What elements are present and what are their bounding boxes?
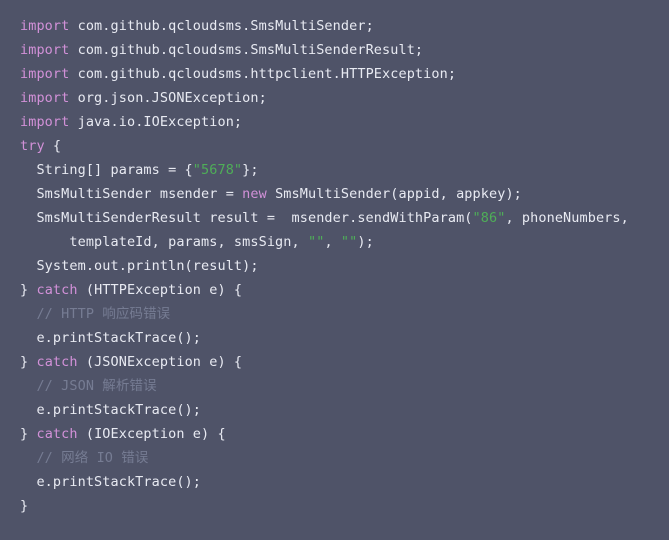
code-token-keyword: import (20, 42, 70, 58)
code-token-keyword: import (20, 18, 70, 34)
code-token-keyword: import (20, 90, 70, 106)
code-line: SmsMultiSender msender = new SmsMultiSen… (0, 182, 669, 206)
code-line: import org.json.JSONException; (0, 86, 669, 110)
code-token-string: "5678" (192, 162, 243, 178)
code-line: e.printStackTrace(); (0, 470, 669, 494)
code-token-plain: com.github.qcloudsms.httpclient.HTTPExce… (69, 66, 457, 82)
code-line: } catch (IOException e) { (0, 422, 669, 446)
code-token-plain: (IOException e) { (77, 426, 226, 442)
code-token-plain: , (324, 234, 341, 250)
code-token-string: "86" (472, 210, 506, 226)
code-token-comment: // 网络 IO 错误 (20, 450, 149, 466)
code-token-plain: SmsMultiSender msender = (20, 186, 243, 202)
code-token-keyword: new (242, 186, 267, 202)
code-snippet-block[interactable]: import com.github.qcloudsms.SmsMultiSend… (0, 0, 669, 540)
code-token-keyword: import (20, 114, 70, 130)
code-line: import com.github.qcloudsms.SmsMultiSend… (0, 38, 669, 62)
code-line: e.printStackTrace(); (0, 398, 669, 422)
code-token-plain: e.printStackTrace(); (20, 402, 202, 418)
code-token-plain: } (20, 426, 37, 442)
code-token-plain: System.out.println(result); (20, 258, 259, 274)
code-token-plain: java.io.IOException; (69, 114, 243, 130)
code-token-plain: com.github.qcloudsms.SmsMultiSenderResul… (69, 42, 424, 58)
code-line: } catch (JSONException e) { (0, 350, 669, 374)
code-token-plain: String[] params = { (20, 162, 193, 178)
code-token-plain: { (44, 138, 62, 154)
code-line: e.printStackTrace(); (0, 326, 669, 350)
code-line: System.out.println(result); (0, 254, 669, 278)
code-token-plain: } (20, 354, 37, 370)
code-line: try { (0, 134, 669, 158)
code-line: } catch (HTTPException e) { (0, 278, 669, 302)
code-line: import java.io.IOException; (0, 110, 669, 134)
code-token-plain: (HTTPException e) { (77, 282, 243, 298)
code-token-plain: SmsMultiSenderResult result = msender.se… (20, 210, 473, 226)
code-token-comment: // JSON 解析错误 (20, 378, 157, 394)
code-token-keyword: catch (36, 282, 78, 298)
code-token-plain: (JSONException e) { (77, 354, 243, 370)
code-line: } (0, 494, 669, 518)
code-token-plain: templateId, params, smsSign, (20, 234, 308, 250)
code-line: import com.github.qcloudsms.httpclient.H… (0, 62, 669, 86)
code-token-keyword: catch (36, 354, 78, 370)
code-token-keyword: import (20, 66, 70, 82)
code-line: import com.github.qcloudsms.SmsMultiSend… (0, 14, 669, 38)
code-token-keyword: catch (36, 426, 78, 442)
code-token-string: "" (307, 234, 325, 250)
code-line: templateId, params, smsSign, "", ""); (0, 230, 669, 254)
code-token-plain: SmsMultiSender(appid, appkey); (266, 186, 522, 202)
code-token-plain: }; (242, 162, 259, 178)
code-token-keyword: try (20, 138, 45, 154)
code-line: // JSON 解析错误 (0, 374, 669, 398)
code-token-plain: e.printStackTrace(); (20, 330, 202, 346)
code-line: // HTTP 响应码错误 (0, 302, 669, 326)
code-line: String[] params = {"5678"}; (0, 158, 669, 182)
code-token-plain: } (20, 282, 37, 298)
code-token-plain: com.github.qcloudsms.SmsMultiSender; (69, 18, 374, 34)
code-token-plain: , phoneNumbers, (505, 210, 629, 226)
code-line: SmsMultiSenderResult result = msender.se… (0, 206, 669, 230)
code-token-plain: ); (357, 234, 374, 250)
code-token-string: "" (340, 234, 358, 250)
code-token-comment: // HTTP 响应码错误 (20, 306, 171, 322)
code-token-plain: e.printStackTrace(); (20, 474, 202, 490)
code-token-plain: org.json.JSONException; (69, 90, 267, 106)
code-token-plain: } (20, 498, 29, 514)
code-line: // 网络 IO 错误 (0, 446, 669, 470)
